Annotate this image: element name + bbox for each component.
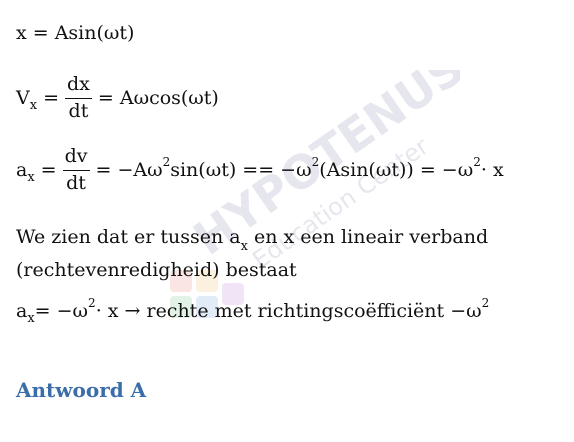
velocity-symbol: V — [16, 87, 30, 110]
equation-acceleration: ax = dv dt = −Aω 2 sin(ωt) == −ω 2 (Asin(ωt… — [16, 145, 504, 195]
paragraph-line-2: (rechtevenredigheid) bestaat — [16, 259, 297, 281]
velocity-subscript: x — [29, 97, 38, 113]
acceleration-subscript: x — [27, 169, 35, 185]
fraction-numerator: dv — [62, 145, 90, 171]
equation-position: x = Asin(ωt) — [16, 22, 134, 44]
acceleration-symbol: a — [16, 159, 28, 182]
paragraph-subscript: x — [240, 239, 248, 254]
acceleration-rhs-part-c: (Asin(ωt)) = −ω — [319, 159, 474, 182]
equals-sign: = — [40, 159, 57, 182]
acceleration-rhs-part-a: = −Aω — [95, 159, 163, 182]
equation-velocity: Vx = dx dt = Aωcos(ωt) — [16, 73, 219, 123]
fraction-numerator: dx — [65, 73, 92, 99]
conclusion-rhs-part-a: = −ω — [34, 300, 89, 322]
acceleration-rhs-part-d: · x — [480, 159, 504, 182]
equation-conclusion: ax = −ω 2 · x → rechte met richtingscoëff… — [16, 296, 489, 326]
superscript: 2 — [311, 155, 320, 170]
paragraph-text: We zien dat er tussen a — [16, 226, 241, 248]
answer-label: Antwoord A — [16, 378, 147, 402]
acceleration-subscript: x — [27, 310, 35, 326]
superscript: 2 — [162, 155, 171, 170]
fraction-dv-dt: dv dt — [62, 145, 90, 195]
superscript: 2 — [481, 296, 490, 310]
fraction-dx-dt: dx dt — [65, 73, 92, 123]
fraction-denominator: dt — [66, 171, 86, 194]
acceleration-symbol: a — [16, 300, 28, 322]
velocity-rhs: = Aωcos(ωt) — [97, 87, 219, 110]
superscript: 2 — [473, 155, 481, 170]
fraction-denominator: dt — [68, 99, 89, 122]
explanation-paragraph: We zien dat er tussen ax en x een lineai… — [16, 222, 488, 285]
equation-position-text: x = Asin(ωt) — [16, 22, 135, 44]
superscript: 2 — [88, 296, 96, 310]
equals-sign: = — [43, 87, 59, 110]
paragraph-text: en x een lineair verband — [247, 226, 489, 248]
conclusion-rhs-part-b: · x → rechte met richtingscoëfficiënt −ω — [95, 300, 482, 322]
acceleration-rhs-part-b: sin(ωt) == −ω — [170, 159, 312, 182]
paragraph-line-1: We zien dat er tussen ax en x een lineai… — [16, 222, 488, 255]
